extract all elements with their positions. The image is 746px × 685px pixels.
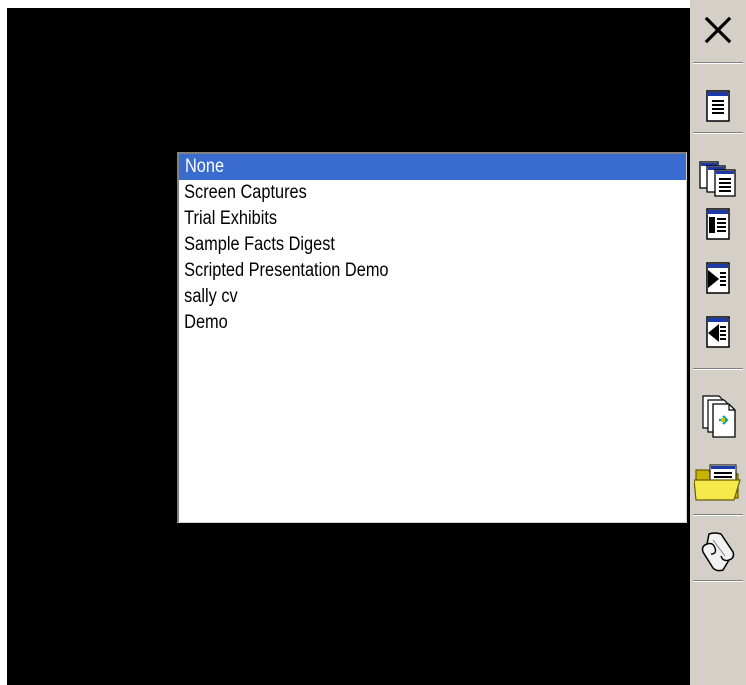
toolbar-separator (693, 514, 743, 516)
side-toolbar (690, 0, 746, 685)
toolbar-separator (693, 62, 743, 64)
list-item[interactable]: Trial Exhibits (179, 206, 615, 232)
toolbar-separator (693, 368, 743, 370)
document-icon (703, 88, 733, 124)
toolbar-separator (693, 132, 743, 134)
list-item[interactable]: Sample Facts Digest (179, 232, 615, 258)
list-item[interactable]: Screen Captures (179, 180, 615, 206)
multi-document-icon (698, 159, 738, 197)
script-button[interactable] (690, 528, 746, 576)
close-button[interactable] (690, 6, 746, 54)
close-icon (703, 15, 733, 45)
document-button[interactable] (690, 82, 746, 130)
open-folder-button[interactable] (690, 458, 746, 506)
previous-document-button[interactable] (690, 308, 746, 356)
script-scroll-icon (699, 530, 737, 574)
next-document-button[interactable] (690, 254, 746, 302)
list-item[interactable]: Demo (179, 310, 615, 336)
document-prev-icon (703, 314, 733, 350)
document-next-icon (703, 260, 733, 296)
file-copy-icon (699, 394, 737, 438)
document-list[interactable]: None Screen Captures Trial Exhibits Samp… (177, 152, 687, 523)
document-marker-button[interactable] (690, 200, 746, 248)
toolbar-separator (693, 580, 743, 582)
file-copy-button[interactable] (690, 392, 746, 440)
open-folder-icon (694, 462, 742, 502)
list-item[interactable]: sally cv (179, 284, 615, 310)
list-item[interactable]: Scripted Presentation Demo (179, 258, 615, 284)
list-item[interactable]: None (179, 154, 686, 180)
multi-document-button[interactable] (690, 154, 746, 202)
document-left-marker-icon (703, 206, 733, 242)
